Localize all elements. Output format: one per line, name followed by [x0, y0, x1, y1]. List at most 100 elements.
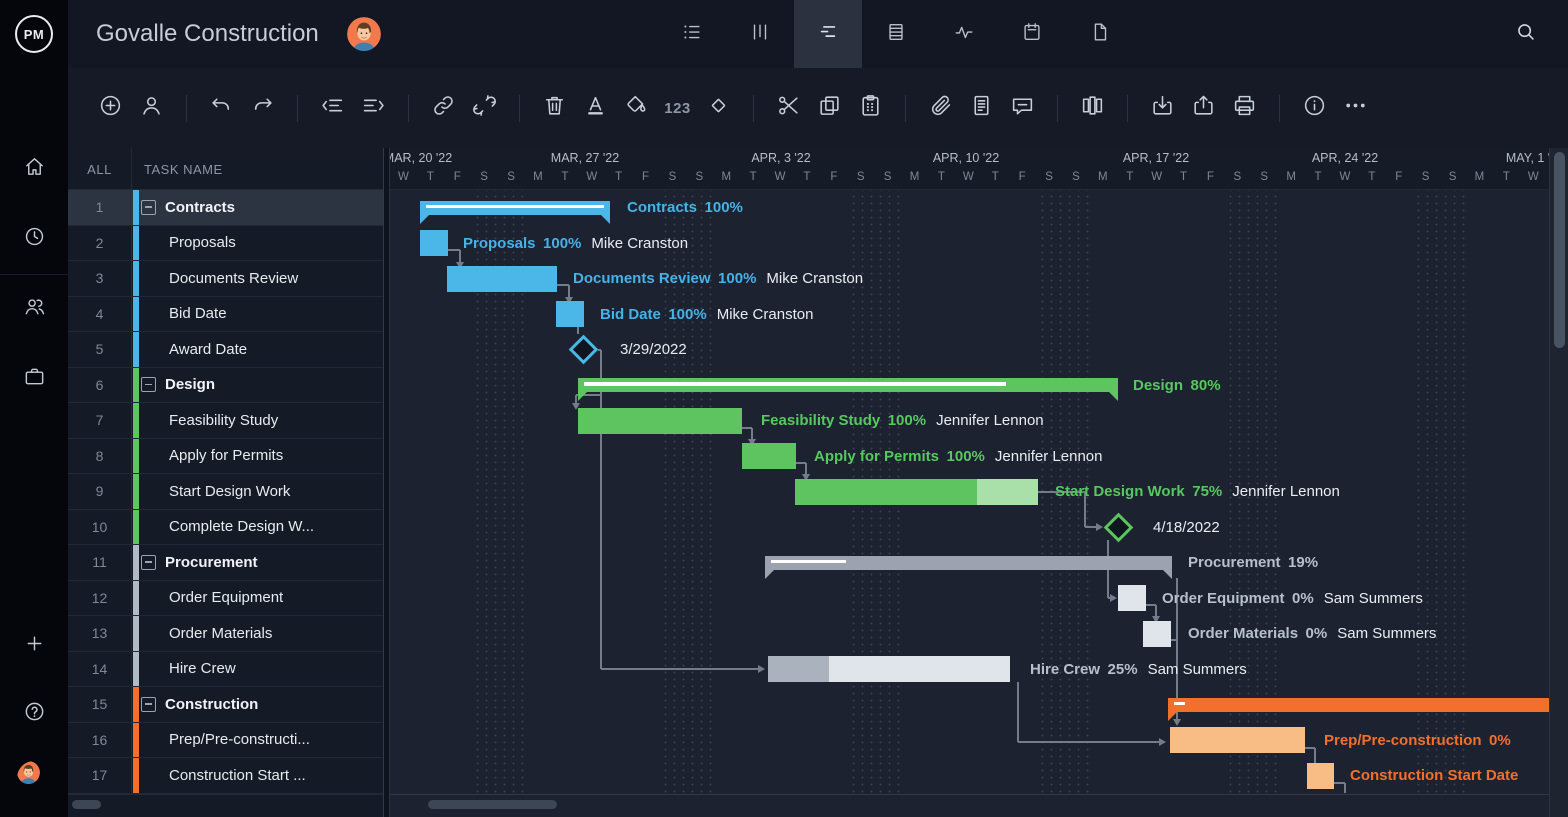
table-row[interactable]: 4Bid Date [68, 297, 383, 333]
outdent-task-button[interactable] [312, 86, 353, 130]
task-bar[interactable] [1118, 585, 1146, 611]
tab-docs-view[interactable] [1066, 0, 1134, 68]
task-bar[interactable] [420, 230, 448, 256]
sidebar-divider [0, 274, 68, 275]
table-row[interactable]: 14Hire Crew [68, 652, 383, 688]
redo-button[interactable] [242, 86, 283, 130]
tab-sheet-view[interactable] [862, 0, 930, 68]
attachments-button[interactable] [920, 86, 961, 130]
table-row[interactable]: 5Award Date [68, 332, 383, 368]
cut-button[interactable] [768, 86, 809, 130]
summary-bar[interactable] [765, 556, 1172, 570]
task-bar[interactable] [556, 301, 584, 327]
row-number: 9 [68, 483, 131, 499]
project-title: Govalle Construction [96, 20, 319, 48]
summary-bar[interactable] [420, 201, 610, 215]
gantt-hscroll-thumb[interactable] [428, 800, 557, 809]
dependency-line [1171, 639, 1177, 641]
assign-people-button[interactable] [131, 86, 172, 130]
unlink-tasks-button[interactable] [464, 86, 505, 130]
column-header-all[interactable]: ALL [68, 148, 131, 190]
notes-button[interactable] [961, 86, 1002, 130]
gantt-icon [817, 21, 839, 48]
table-row[interactable]: 12Order Equipment [68, 581, 383, 617]
table-row[interactable]: 3Documents Review [68, 261, 383, 297]
table-row[interactable]: 7Feasibility Study [68, 403, 383, 439]
import-button[interactable] [1142, 86, 1183, 130]
app-logo-block[interactable]: PM [0, 0, 68, 68]
dependency-line [601, 668, 758, 670]
gantt-vscroll-thumb[interactable] [1554, 152, 1565, 348]
undo-button[interactable] [201, 86, 242, 130]
columns-button[interactable] [1072, 86, 1113, 130]
sidebar-item-team[interactable] [0, 286, 68, 332]
task-bar[interactable] [768, 656, 1010, 682]
tab-gantt-view[interactable] [794, 0, 862, 68]
tab-list-view[interactable] [658, 0, 726, 68]
sidebar-item-home[interactable] [0, 146, 68, 192]
table-row[interactable]: 16Prep/Pre-constructi... [68, 723, 383, 759]
panel-resize-divider[interactable] [383, 148, 390, 817]
collapse-icon[interactable] [141, 555, 156, 570]
table-row[interactable]: 11Procurement [68, 545, 383, 581]
milestone-diamond[interactable] [568, 335, 598, 365]
comments-button[interactable] [1002, 86, 1043, 130]
task-bar[interactable] [1143, 621, 1171, 647]
project-owner-avatar[interactable] [347, 17, 381, 51]
table-row[interactable]: 10Complete Design W... [68, 510, 383, 546]
task-bar[interactable] [1170, 727, 1305, 753]
bar-label: Feasibility Study 100%Jennifer Lennon [761, 410, 1044, 432]
fill-color-button[interactable] [616, 86, 657, 130]
paste-button[interactable] [850, 86, 891, 130]
tab-activity-view[interactable] [930, 0, 998, 68]
tab-calendar-view[interactable] [998, 0, 1066, 68]
task-bar[interactable] [578, 408, 742, 434]
column-header-task-name[interactable]: TASK NAME [144, 148, 223, 190]
task-bar[interactable] [742, 443, 796, 469]
search-button[interactable] [1502, 0, 1548, 68]
table-row[interactable]: 15Construction [68, 687, 383, 723]
collapse-icon[interactable] [141, 377, 156, 392]
number-format-button[interactable]: 123 [657, 86, 698, 130]
export-button[interactable] [1183, 86, 1224, 130]
sidebar-item-projects[interactable] [0, 356, 68, 402]
table-row[interactable]: 9Start Design Work [68, 474, 383, 510]
table-row[interactable]: 17Construction Start ... [68, 758, 383, 794]
tab-board-view[interactable] [726, 0, 794, 68]
table-row[interactable]: 6Design [68, 368, 383, 404]
add-task-button[interactable] [90, 86, 131, 130]
link-icon [431, 93, 456, 123]
bar-label: Documents Review 100%Mike Cranston [573, 268, 863, 290]
bar-task-name: Construction Start Date [1350, 767, 1518, 784]
print-button[interactable] [1224, 86, 1265, 130]
link-tasks-button[interactable] [423, 86, 464, 130]
sidebar-item-timesheets[interactable] [0, 216, 68, 262]
copy-button[interactable] [809, 86, 850, 130]
collapse-icon[interactable] [141, 200, 156, 215]
table-row[interactable]: 13Order Materials [68, 616, 383, 652]
summary-bar[interactable] [578, 378, 1118, 392]
dependency-line [1017, 682, 1019, 742]
table-row[interactable]: 2Proposals [68, 226, 383, 262]
table-row[interactable]: 8Apply for Permits [68, 439, 383, 475]
summary-bar[interactable] [1168, 698, 1549, 712]
table-row[interactable]: 1Contracts [68, 190, 383, 226]
collapse-icon[interactable] [141, 697, 156, 712]
task-bar-progress [768, 656, 829, 682]
sidebar-item-profile[interactable] [0, 755, 68, 801]
sidebar-item-add-new[interactable] [0, 623, 68, 669]
info-button[interactable] [1294, 86, 1335, 130]
sidebar-item-help[interactable] [0, 691, 68, 737]
milestone-diamond[interactable] [1103, 512, 1133, 542]
font-color-button[interactable] [575, 86, 616, 130]
task-bar[interactable] [795, 479, 1038, 505]
milestone-button[interactable] [698, 86, 739, 130]
more-options-button[interactable] [1335, 86, 1376, 130]
task-list-hscroll-thumb[interactable] [72, 800, 101, 809]
delete-task-button[interactable] [534, 86, 575, 130]
bar-label: Proposals 100%Mike Cranston [463, 232, 688, 254]
task-bar[interactable] [447, 266, 557, 292]
task-bar[interactable] [1307, 763, 1334, 789]
task-name: Complete Design W... [169, 518, 314, 535]
indent-task-button[interactable] [353, 86, 394, 130]
